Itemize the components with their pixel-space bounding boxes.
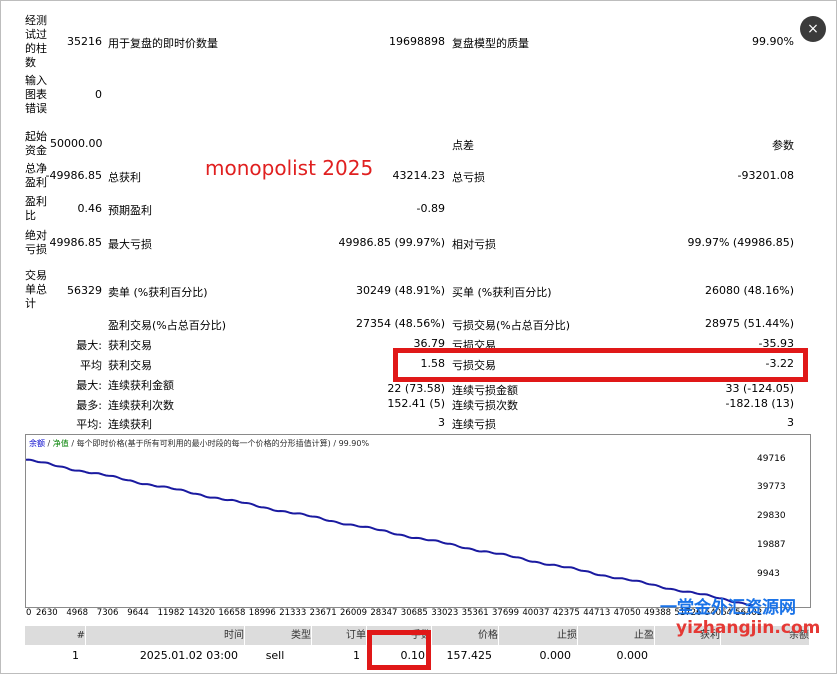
stat-value-relative-drawdown: 99.97% (49986.85) — [687, 236, 794, 249]
stat-value-params: 参数 — [772, 139, 794, 152]
y-tick-label: 39773 — [757, 482, 786, 493]
x-tick-label: 18996 — [248, 608, 276, 618]
column-header[interactable]: 订单 — [312, 626, 367, 645]
stat-label-most-consec-wins: 连续获利次数 — [108, 399, 174, 412]
y-tick-label: 49716 — [757, 453, 786, 464]
stat-label-largest-profit: 获利交易 — [108, 339, 152, 352]
stat-label-profit-trades: 盈利交易(%占总百分比) — [108, 319, 227, 332]
x-tick-label: 40037 — [522, 608, 550, 618]
stat-label-ticks: 用于复盘的即时价数量 — [108, 37, 218, 50]
stat-label-avg-consec-losses: 连续亏损 — [452, 418, 496, 431]
stat-value-profit-factor: 0.46 — [77, 202, 103, 215]
stat-value-long: 26080 (48.16%) — [704, 284, 794, 297]
column-header[interactable]: 类型 — [245, 626, 312, 645]
stat-value-most-consec-losses: -182.18 (13) — [725, 397, 794, 410]
x-tick-label: 14320 — [188, 608, 216, 618]
stat-value-ticks: 19698898 — [389, 35, 445, 48]
stat-value-expected-payoff: -0.89 — [416, 202, 445, 215]
column-header[interactable]: # — [25, 626, 86, 645]
stat-value-avg-consec-losses: 3 — [787, 416, 794, 429]
x-tick-label: 2630 — [36, 608, 58, 618]
table-cell: sell — [265, 649, 285, 662]
stat-label-average-profit: 获利交易 — [108, 359, 152, 372]
table-cell: 1 — [72, 649, 79, 662]
stat-label-max-consec-wins: 连续获利金额 — [108, 379, 174, 392]
stat-value-max-consec-losses: 33 (-124.05) — [725, 382, 794, 395]
stat-label-long: 买单 (%获利百分比) — [452, 286, 552, 299]
x-tick-label: 0 — [26, 608, 32, 618]
y-tick-label: 19887 — [757, 540, 786, 551]
x-tick-label: 4968 — [66, 608, 89, 618]
x-tick-label: 42375 — [552, 608, 580, 618]
table-cell: 0.000 — [616, 649, 649, 662]
x-tick-label: 44713 — [583, 608, 611, 618]
stat-prefix-largest: 最大: — [76, 339, 102, 352]
y-tick-label: 29830 — [757, 511, 786, 522]
x-tick-label: 7306 — [96, 608, 119, 618]
stat-label-avg-consec-wins: 连续获利 — [108, 418, 152, 431]
x-tick-label: 37699 — [492, 608, 520, 618]
stat-label-max-consec-losses: 连续亏损金额 — [452, 384, 518, 397]
stat-value-most-consec-wins: 152.41 (5) — [387, 397, 445, 410]
stat-value-max-drawdown: 49986.85 (99.97%) — [338, 236, 445, 249]
stat-value-deposit: 50000.00 — [50, 137, 103, 150]
highlight-box-lots — [367, 630, 431, 670]
stat-value-absolute-drawdown: 49986.85 — [49, 236, 103, 249]
stat-value-loss-trades: 28975 (51.44%) — [704, 317, 794, 330]
site-watermark-cn: 一堂金外汇资源网 — [660, 598, 796, 618]
close-icon[interactable]: × — [800, 16, 826, 42]
stat-prefix-max-consec: 最大: — [76, 379, 102, 392]
x-tick-label: 26009 — [340, 608, 368, 618]
x-tick-label: 11982 — [157, 608, 185, 618]
stat-prefix-avg-consec: 平均: — [76, 418, 102, 431]
x-tick-label: 35361 — [461, 608, 489, 618]
x-tick-label: 47050 — [613, 608, 641, 618]
table-cell: 0.000 — [539, 649, 572, 662]
y-tick-label: 9943 — [757, 569, 780, 580]
balance-series-line — [26, 458, 754, 607]
x-tick-label: 33023 — [431, 608, 459, 618]
stat-label-gross-profit: 总获利 — [108, 171, 141, 184]
stat-value-avg-consec-wins: 3 — [438, 416, 445, 429]
x-tick-label: 28347 — [370, 608, 398, 618]
table-cell: 1 — [353, 649, 360, 662]
column-header[interactable]: 价格 — [432, 626, 499, 645]
highlight-box-average — [393, 348, 808, 382]
stat-label-gross-loss: 总亏损 — [452, 171, 485, 184]
stat-label-quality: 复盘模型的质量 — [452, 37, 529, 50]
stat-value-errors: 0 — [95, 88, 102, 101]
stat-label-loss-trades: 亏损交易(%占总百分比) — [452, 319, 571, 332]
stat-prefix-average: 平均 — [80, 359, 102, 372]
stat-value-net-profit: -49986.85 — [45, 169, 102, 182]
chart-plot — [26, 458, 754, 607]
stat-label-spread: 点差 — [452, 139, 474, 152]
stat-label-most-consec-losses: 连续亏损次数 — [452, 399, 518, 412]
stat-value-gross-profit: 43214.23 — [392, 169, 446, 182]
column-header[interactable]: 时间 — [86, 626, 245, 645]
stat-label-max-drawdown: 最大亏损 — [108, 238, 152, 251]
stat-value-profit-trades: 27354 (48.56%) — [355, 317, 445, 330]
stat-value-quality: 99.90% — [752, 35, 794, 48]
stat-label-short: 卖单 (%获利百分比) — [108, 286, 208, 299]
x-tick-label: 9644 — [127, 608, 149, 618]
table-cell: 2025.01.02 03:00 — [139, 649, 238, 662]
x-tick-label: 21333 — [279, 608, 307, 618]
stat-value-gross-loss: -93201.08 — [737, 169, 794, 182]
stat-label-relative-drawdown: 相对亏损 — [452, 238, 496, 251]
stat-prefix-most-consec: 最多: — [76, 399, 102, 412]
stat-value-max-consec-wins: 22 (73.58) — [387, 382, 445, 395]
stat-value-short: 30249 (48.91%) — [355, 284, 445, 297]
table-cell: 157.425 — [446, 649, 493, 662]
site-watermark-url: yizhangjin.com — [676, 618, 821, 638]
stat-value-total-trades: 56329 — [67, 284, 102, 297]
stat-value-bars: 35216 — [67, 35, 102, 48]
balance-chart: 余额 / 净值 / 每个即时价格(基于所有可利用的最小时段的每一个价格的分形插值… — [25, 434, 811, 608]
column-header[interactable]: 止盈 — [578, 626, 655, 645]
stat-label-expected-payoff: 预期盈利 — [108, 204, 152, 217]
x-tick-label: 30685 — [400, 608, 428, 618]
column-header[interactable]: 止损 — [499, 626, 578, 645]
x-tick-label: 23671 — [309, 608, 337, 618]
x-tick-label: 16658 — [218, 608, 246, 618]
